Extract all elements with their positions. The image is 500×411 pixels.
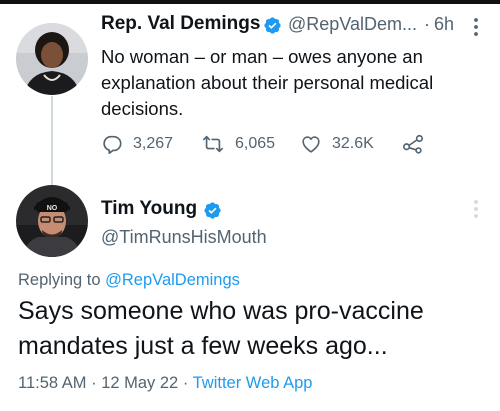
replying-to-label: Replying to bbox=[18, 271, 106, 289]
more-dots-icon[interactable] bbox=[473, 199, 479, 219]
reply-count: 3,267 bbox=[133, 135, 174, 152]
share-icon bbox=[403, 134, 423, 154]
tweet-date[interactable]: 12 May 22 bbox=[101, 374, 178, 392]
author-name[interactable]: Rep. Val Demings bbox=[101, 13, 260, 35]
tweet-source[interactable]: Twitter Web App bbox=[193, 374, 313, 392]
retweet-button[interactable]: 6,065 bbox=[201, 131, 275, 157]
tweet-actions: 3,267 6,065 32.6K bbox=[101, 131, 431, 157]
top-border bbox=[0, 0, 500, 4]
replying-to-mention[interactable]: @RepValDemings bbox=[105, 271, 240, 289]
share-button[interactable] bbox=[401, 131, 435, 157]
retweet-count: 6,065 bbox=[235, 135, 276, 152]
author-handle[interactable]: @TimRunsHisMouth bbox=[101, 227, 267, 248]
tweet-text: No woman – or man – owes anyone an expla… bbox=[101, 46, 434, 119]
reply-button[interactable]: 3,267 bbox=[101, 131, 173, 157]
like-count: 32.6K bbox=[332, 135, 374, 152]
retweet-icon bbox=[203, 135, 223, 153]
cap-lettering: NO bbox=[47, 205, 58, 212]
replying-to: Replying to @RepValDemings bbox=[18, 271, 240, 290]
avatar-tim-young[interactable]: NO bbox=[16, 185, 88, 257]
meta-separator: · bbox=[182, 374, 189, 392]
tweet-meta: 11:58 AM · 12 May 22 · Twitter Web App bbox=[18, 374, 312, 393]
like-button[interactable]: 32.6K bbox=[300, 131, 374, 157]
more-dots-icon[interactable] bbox=[473, 17, 479, 37]
verified-badge-icon bbox=[204, 202, 221, 219]
thread-connector-line bbox=[51, 96, 53, 188]
meta-separator: · bbox=[91, 374, 97, 392]
tweet-time[interactable]: 11:58 AM bbox=[18, 374, 87, 392]
tweet-text: Says someone who was pro-vaccine mandate… bbox=[18, 297, 424, 360]
tweet-time[interactable]: 6h bbox=[434, 14, 454, 35]
author-name[interactable]: Tim Young bbox=[101, 198, 197, 220]
reply-icon bbox=[103, 135, 122, 154]
author-handle[interactable]: @RepValDem... bbox=[288, 14, 417, 35]
verified-badge-icon bbox=[264, 17, 281, 34]
avatar-val-demings[interactable] bbox=[16, 23, 88, 95]
time-separator: · bbox=[424, 14, 430, 34]
like-icon bbox=[302, 136, 320, 153]
